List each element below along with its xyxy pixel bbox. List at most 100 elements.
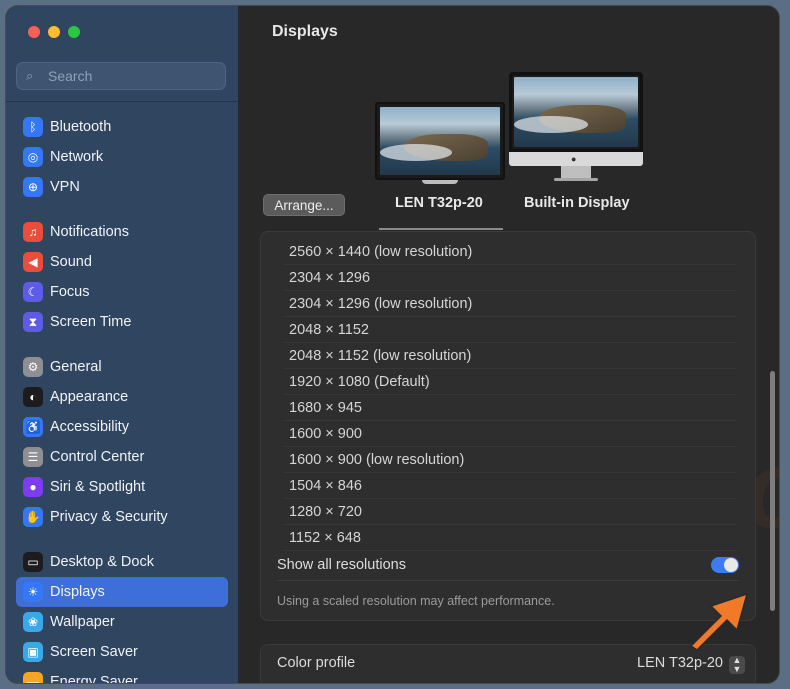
resolution-option[interactable]: 1504 × 846 [283, 473, 737, 499]
sidebar-item-label: Privacy & Security [50, 509, 168, 525]
search-input[interactable] [46, 67, 220, 85]
performance-note: Using a scaled resolution may affect per… [277, 594, 555, 608]
search-field[interactable]: ⌕ [16, 62, 226, 90]
sidebar-item-label: Accessibility [50, 419, 129, 435]
bluetooth-icon: ᛒ [23, 117, 43, 137]
gear-icon: ⚙ [23, 357, 43, 377]
external-monitor[interactable] [375, 102, 505, 184]
sidebar-item-screen-saver[interactable]: ▣ Screen Saver [16, 637, 228, 667]
siri-icon: ● [23, 477, 43, 497]
sidebar-item-label: Screen Time [50, 314, 132, 330]
apple-logo-icon: ● [571, 154, 577, 164]
resolution-option[interactable]: 1680 × 945 [283, 395, 737, 421]
resolution-option[interactable]: 1600 × 900 [283, 421, 737, 447]
screen-saver-icon: ▣ [23, 642, 43, 662]
sidebar-item-label: Siri & Spotlight [50, 479, 146, 495]
show-all-resolutions-toggle[interactable] [711, 557, 739, 573]
arrange-button[interactable]: Arrange... [263, 194, 345, 216]
sidebar-item-label: Sound [50, 254, 92, 270]
show-all-resolutions-label: Show all resolutions [277, 557, 406, 573]
control-center-icon: ☰ [23, 447, 43, 467]
zoom-button[interactable] [68, 26, 80, 38]
sidebar-item-label: Screen Saver [50, 644, 138, 660]
sidebar-item-network[interactable]: ◎ Network [16, 142, 228, 172]
hourglass-icon: ⧗ [23, 312, 43, 332]
sidebar-item-sound[interactable]: ◀ Sound [16, 247, 228, 277]
flower-icon: ❀ [23, 612, 43, 632]
sidebar-item-control-center[interactable]: ☰ Control Center [16, 442, 228, 472]
battery-icon: ▬ [23, 672, 43, 683]
sidebar-item-bluetooth[interactable]: ᛒ Bluetooth [16, 112, 228, 142]
window-controls [28, 26, 80, 38]
display-label-external[interactable]: LEN T32p-20 [395, 195, 483, 211]
speaker-icon: ◀ [23, 252, 43, 272]
displays-pane: Displays ● Arrange... LEN T32p-20 Built-… [239, 6, 779, 683]
page-title: Displays [272, 23, 338, 40]
resolution-option[interactable]: 1920 × 1080 (Default) [283, 369, 737, 395]
sidebar-item-screen-time[interactable]: ⧗ Screen Time [16, 307, 228, 337]
sidebar-item-label: Appearance [50, 389, 129, 405]
close-button[interactable] [28, 26, 40, 38]
imac-chin: ● [509, 152, 643, 166]
resolution-option[interactable]: 2304 × 1296 (low resolution) [283, 291, 737, 317]
sidebar-item-label: Notifications [50, 224, 129, 240]
resolution-option[interactable]: 2048 × 1152 [283, 317, 737, 343]
sidebar-item-label: Network [50, 149, 104, 165]
sidebar-item-label: Control Center [50, 449, 145, 465]
monitor-screen [375, 102, 505, 180]
sidebar-item-label: Bluetooth [50, 119, 112, 135]
sidebar-item-energy-saver[interactable]: ▬ Energy Saver [16, 667, 228, 683]
resolution-option[interactable]: 2304 × 1296 [283, 265, 737, 291]
settings-window: ⌕ ᛒ Bluetooth ◎ Network ⊕ VPN ♫ Notifications ◀ S… [6, 6, 779, 683]
sidebar-item-focus[interactable]: ☾ Focus [16, 277, 228, 307]
sidebar-item-vpn[interactable]: ⊕ VPN [16, 172, 228, 202]
arrow-annotation-icon [689, 592, 749, 651]
resolution-option[interactable]: 1152 × 648 [283, 525, 737, 551]
sidebar-item-label: Wallpaper [50, 614, 115, 630]
monitor-screen [509, 72, 643, 152]
monitor-stand [561, 166, 591, 178]
sidebar-item-displays[interactable]: ☀ Displays [16, 577, 228, 607]
toggle-knob [724, 558, 738, 572]
minimize-button[interactable] [48, 26, 60, 38]
accessibility-icon: ♿ [23, 417, 43, 437]
monitor-stand [422, 180, 458, 184]
sidebar-item-label: Displays [50, 584, 105, 600]
builtin-monitor[interactable]: ● [509, 72, 643, 181]
sidebar-item-wallpaper[interactable]: ❀ Wallpaper [16, 607, 228, 637]
display-label-builtin[interactable]: Built-in Display [524, 195, 630, 211]
sidebar-item-privacy-security[interactable]: ✋ Privacy & Security [16, 502, 228, 532]
vpn-icon: ⊕ [23, 177, 43, 197]
color-profile-value[interactable]: LEN T32p-20 [637, 655, 723, 671]
selected-display-indicator [379, 228, 503, 230]
sidebar-item-appearance[interactable]: ◐ Appearance [16, 382, 228, 412]
hand-icon: ✋ [23, 507, 43, 527]
resolution-panel: 2560 × 1440 (low resolution) 2304 × 1296 2… [260, 231, 756, 621]
chevron-updown-icon[interactable]: ▲ ▼ [729, 656, 745, 674]
moon-icon: ☾ [23, 282, 43, 302]
sidebar-item-label: Energy Saver [50, 674, 138, 683]
sidebar-item-siri-spotlight[interactable]: ● Siri & Spotlight [16, 472, 228, 502]
sidebar-item-accessibility[interactable]: ♿ Accessibility [16, 412, 228, 442]
divider [6, 101, 238, 102]
globe-icon: ◎ [23, 147, 43, 167]
search-icon: ⌕ [26, 68, 34, 83]
resolution-option[interactable]: 2560 × 1440 (low resolution) [283, 239, 737, 265]
scrollbar[interactable] [770, 371, 775, 611]
sidebar-item-label: General [50, 359, 102, 375]
sidebar-item-label: VPN [50, 179, 80, 195]
sidebar-item-general[interactable]: ⚙ General [16, 352, 228, 382]
sidebar-item-desktop-dock[interactable]: ▭ Desktop & Dock [16, 547, 228, 577]
resolution-option[interactable]: 2048 × 1152 (low resolution) [283, 343, 737, 369]
dock-icon: ▭ [23, 552, 43, 572]
resolution-option[interactable]: 1280 × 720 [283, 499, 737, 525]
sidebar: ⌕ ᛒ Bluetooth ◎ Network ⊕ VPN ♫ Notifications ◀ S… [6, 6, 239, 683]
sidebar-item-notifications[interactable]: ♫ Notifications [16, 217, 228, 247]
sidebar-item-label: Desktop & Dock [50, 554, 154, 570]
sidebar-item-label: Focus [50, 284, 90, 300]
sun-icon: ☀ [23, 582, 43, 602]
wallpaper-thumbnail [380, 107, 500, 175]
show-all-resolutions-row: Show all resolutions [277, 550, 739, 581]
color-profile-label: Color profile [277, 655, 356, 671]
resolution-option[interactable]: 1600 × 900 (low resolution) [283, 447, 737, 473]
